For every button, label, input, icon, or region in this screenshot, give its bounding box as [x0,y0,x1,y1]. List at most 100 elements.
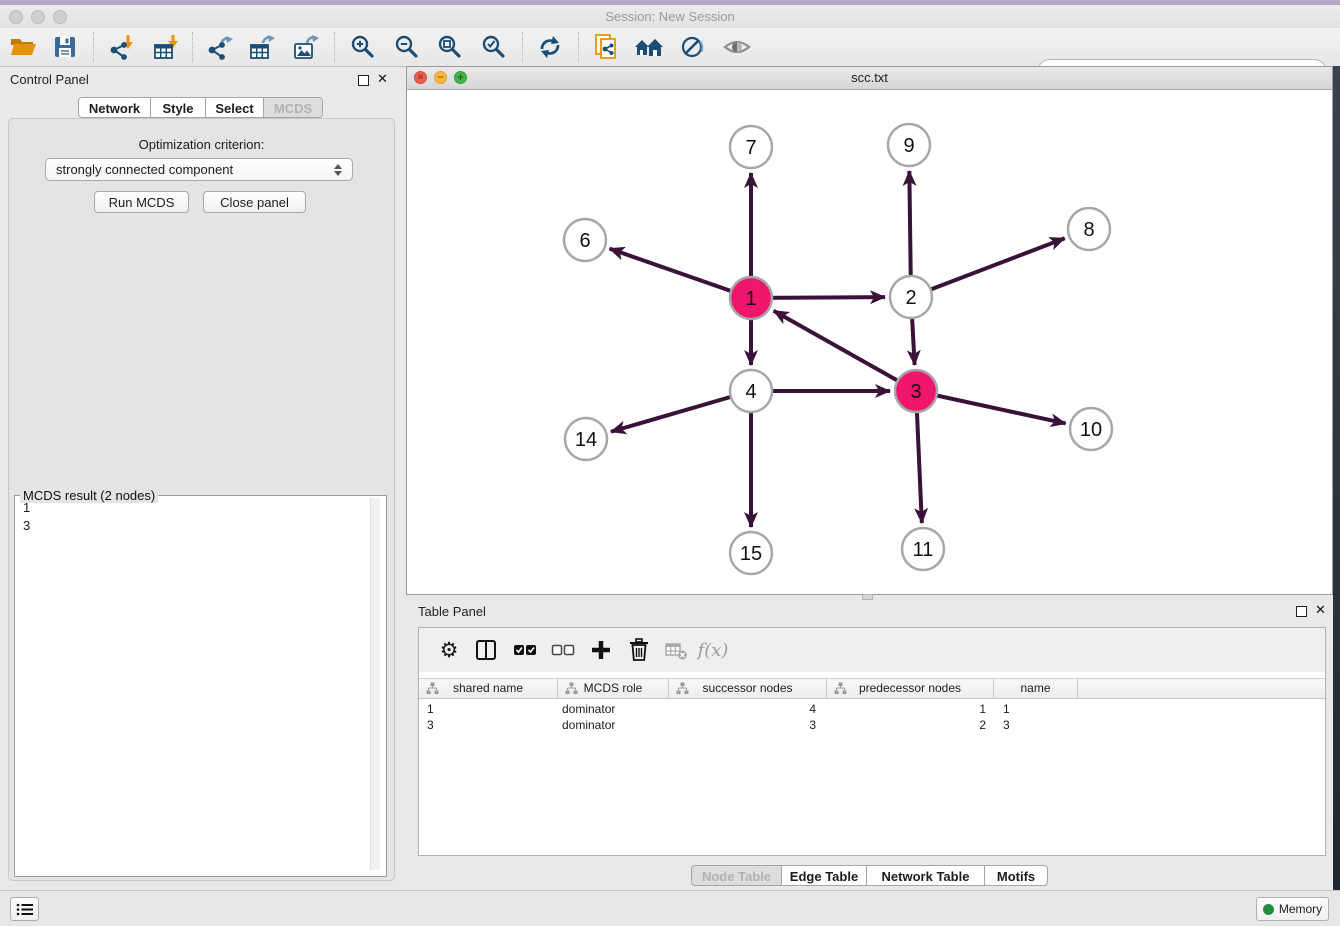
column-header-shared-name[interactable]: shared name [419,679,558,698]
criterion-select[interactable]: strongly connected component [45,158,353,181]
memory-status-icon [1263,904,1274,915]
refresh-icon[interactable] [534,31,566,63]
zoom-out-icon[interactable] [391,31,423,63]
tab-node-table[interactable]: Node Table [691,865,782,886]
graph-node-label: 1 [745,288,756,310]
mcds-result-line: 3 [15,517,386,535]
float-panel-icon[interactable] [1296,606,1307,617]
close-panel-icon[interactable]: ✕ [377,74,388,86]
minimize-window-button[interactable] [31,10,45,24]
table-settings-icon[interactable]: ⚙ [433,634,465,666]
cell-successor-nodes[interactable]: 4 [669,701,816,717]
bird-eye-view-icon[interactable] [721,31,753,63]
close-window-button[interactable] [9,10,23,24]
table-row[interactable]: 3 dominator 3 2 3 [419,717,1325,733]
graph-edge-2-8[interactable] [911,238,1065,297]
column-label: successor nodes [702,681,792,695]
column-header-name[interactable]: name [994,679,1078,698]
tab-select[interactable]: Select [205,97,264,118]
close-panel-button[interactable]: Close panel [203,191,306,213]
tab-network-table[interactable]: Network Table [866,865,985,886]
cell-successor-nodes[interactable]: 3 [669,717,816,733]
unselect-all-columns-icon[interactable] [547,634,579,666]
network-snapshot-icon[interactable] [590,31,622,63]
tab-style[interactable]: Style [150,97,206,118]
export-table-icon[interactable] [246,31,278,63]
hide-graphics-details-icon[interactable] [677,31,709,63]
tab-network[interactable]: Network [78,97,151,118]
column-label: name [1020,681,1050,695]
select-all-columns-icon[interactable] [509,634,541,666]
show-column-panel-icon[interactable] [470,634,502,666]
graph-node-label: 9 [903,135,914,157]
splitter-handle[interactable] [862,594,873,600]
graph-node-label: 3 [910,381,921,403]
add-column-icon[interactable] [585,634,617,666]
column-header-mcds-role[interactable]: MCDS role [558,679,669,698]
graph-node-label: 8 [1083,219,1094,241]
column-edit-icon [834,682,847,695]
graph-edge-3-1[interactable] [774,311,916,391]
graph-edge-3-10[interactable] [916,391,1066,423]
select-stepper-icon [334,164,342,176]
mcds-result-box: MCDS result (2 nodes) 1 3 [14,495,387,877]
import-network-icon[interactable] [105,31,137,63]
result-scrollbar[interactable] [370,498,380,870]
cell-shared-name[interactable]: 1 [427,701,552,717]
home-icon[interactable] [633,31,665,63]
delete-columns-icon[interactable] [623,634,655,666]
zoom-in-icon[interactable] [347,31,379,63]
cell-name[interactable]: 3 [1003,717,1073,733]
cell-predecessor-nodes[interactable]: 1 [827,701,986,717]
export-network-icon[interactable] [203,31,235,63]
main-toolbar [0,28,1340,67]
close-network-icon[interactable]: ✕ [414,71,427,84]
tab-motifs[interactable]: Motifs [984,865,1048,886]
status-bar [0,890,1340,926]
memory-button[interactable]: Memory [1256,897,1329,921]
table-row[interactable]: 1 dominator 4 1 1 [419,701,1325,717]
memory-label: Memory [1279,902,1322,916]
window-titlebar: Session: New Session [0,5,1340,28]
cell-mcds-role[interactable]: dominator [562,701,662,717]
apply-function-icon[interactable]: f(x) [697,634,729,666]
column-label: shared name [453,681,523,695]
cell-mcds-role[interactable]: dominator [562,717,662,733]
graph-edge-1-6[interactable] [610,249,751,298]
export-image-icon[interactable] [290,31,322,63]
minimize-network-icon[interactable]: − [434,71,447,84]
graph-node-label: 14 [575,429,597,451]
zoom-fit-icon[interactable] [434,31,466,63]
delete-table-icon[interactable] [660,634,692,666]
import-table-icon[interactable] [150,31,182,63]
cell-predecessor-nodes[interactable]: 2 [827,717,986,733]
table-toolbar: ⚙ f(x) [419,628,1325,672]
node-table: ⚙ f(x) shared name [418,627,1326,856]
toolbar-separator [522,32,523,62]
close-panel-icon[interactable]: ✕ [1315,605,1326,617]
network-window-title: scc.txt [407,67,1332,89]
network-canvas[interactable]: 7968124314101511 [407,89,1332,594]
control-panel-window-buttons: ✕ [358,74,388,86]
zoom-window-button[interactable] [53,10,67,24]
application-window: Session: New Session [0,0,1340,926]
optimization-criterion-label: Optimization criterion: [8,137,395,152]
network-window-titlebar[interactable]: ✕ − + scc.txt [407,67,1332,90]
open-folder-icon[interactable] [7,31,39,63]
tab-edge-table[interactable]: Edge Table [781,865,867,886]
run-mcds-button[interactable]: Run MCDS [94,191,189,213]
maximize-network-icon[interactable]: + [454,71,467,84]
save-icon[interactable] [49,31,81,63]
tab-mcds[interactable]: MCDS [263,97,323,118]
column-edit-icon [676,682,689,695]
column-header-successor-nodes[interactable]: successor nodes [669,679,827,698]
zoom-selected-icon[interactable] [478,31,510,63]
toolbar-separator [192,32,193,62]
float-panel-icon[interactable] [358,75,369,86]
task-history-button[interactable] [10,897,39,921]
window-title: Session: New Session [0,5,1340,28]
column-header-predecessor-nodes[interactable]: predecessor nodes [827,679,994,698]
cell-name[interactable]: 1 [1003,701,1073,717]
column-edit-icon [426,682,439,695]
cell-shared-name[interactable]: 3 [427,717,552,733]
